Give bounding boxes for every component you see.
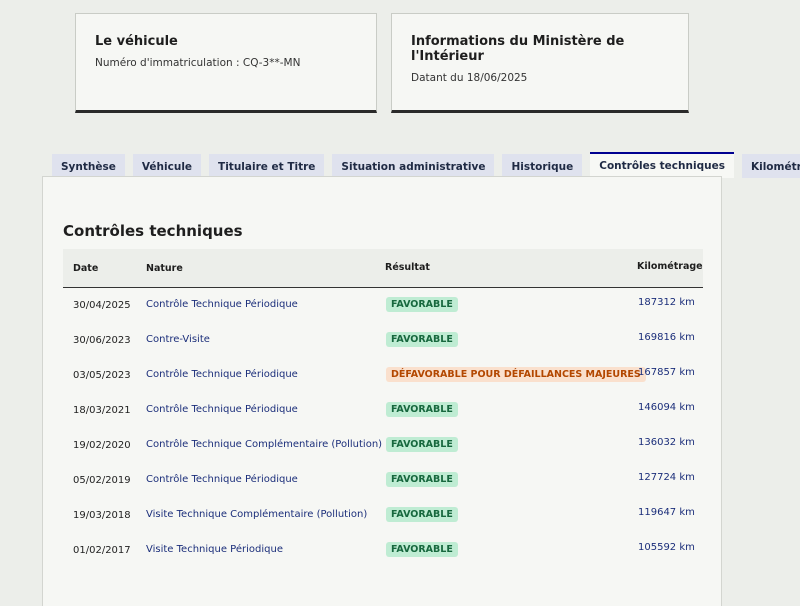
tab-controles-techniques[interactable]: Contrôles techniques [590,152,734,178]
row-date: 01/02/2017 [73,545,131,556]
row-date: 19/03/2018 [73,510,131,521]
table-row: 19/03/2018 Visite Technique Complémentai… [63,498,703,533]
table-row: 30/06/2023 Contre-Visite FAVORABLE 16981… [63,323,703,358]
vehicle-card: Le véhicule Numéro d'immatriculation : C… [75,13,377,113]
row-km: 136032 km [638,437,695,448]
row-km: 146094 km [638,402,695,413]
result-badge: FAVORABLE [386,437,458,452]
tab-situation-administrative[interactable]: Situation administrative [332,154,495,178]
row-date: 05/02/2019 [73,475,131,486]
table-row: 01/02/2017 Visite Technique Périodique F… [63,533,703,568]
ministry-data-date: Datant du 18/06/2025 [411,72,528,84]
result-badge: FAVORABLE [386,297,458,312]
panel-title: Contrôles techniques [63,222,243,240]
tab-bar: Synthèse Véhicule Titulaire et Titre Sit… [52,152,800,178]
result-badge: FAVORABLE [386,402,458,417]
row-date: 30/04/2025 [73,300,131,311]
row-date: 18/03/2021 [73,405,131,416]
row-nature: Visite Technique Périodique [146,544,283,555]
column-header-date: Date [73,263,99,274]
ministry-info-card: Informations du Ministère de l'Intérieur… [391,13,689,113]
table-row: 03/05/2023 Contrôle Technique Périodique… [63,358,703,393]
column-header-result: Résultat [385,262,430,273]
column-header-kilometrage: Kilométrage [637,261,703,272]
row-nature: Contrôle Technique Périodique [146,474,298,485]
column-header-nature: Nature [146,263,183,274]
row-date: 19/02/2020 [73,440,131,451]
table-row: 19/02/2020 Contrôle Technique Complément… [63,428,703,463]
row-nature: Visite Technique Complémentaire (Polluti… [146,509,368,520]
row-km: 127724 km [638,472,695,483]
row-date: 30/06/2023 [73,335,131,346]
row-nature: Contrôle Technique Périodique [146,404,298,415]
tab-titulaire-et-titre[interactable]: Titulaire et Titre [209,154,325,178]
row-km: 105592 km [638,542,695,553]
row-km: 187312 km [638,297,695,308]
table-row: 18/03/2021 Contrôle Technique Périodique… [63,393,703,428]
row-date: 03/05/2023 [73,370,131,381]
result-badge: FAVORABLE [386,332,458,347]
registration-number: Numéro d'immatriculation : CQ-3**-MN [95,57,301,69]
result-badge: DÉFAVORABLE POUR DÉFAILLANCES MAJEURES [386,367,646,382]
tab-vehicule[interactable]: Véhicule [132,154,202,178]
tab-historique[interactable]: Historique [502,154,583,178]
table-row: 05/02/2019 Contrôle Technique Périodique… [63,463,703,498]
tab-synthese[interactable]: Synthèse [52,154,125,178]
result-badge: FAVORABLE [386,507,458,522]
vehicle-card-title: Le véhicule [95,34,178,49]
row-nature: Contre-Visite [146,334,210,345]
ministry-card-title: Informations du Ministère de l'Intérieur [411,34,625,64]
row-km: 169816 km [638,332,695,343]
table-header: Date Nature Résultat Kilométrage [63,249,703,288]
result-badge: FAVORABLE [386,542,458,557]
row-nature: Contrôle Technique Périodique [146,369,298,380]
row-nature: Contrôle Technique Complémentaire (Pollu… [146,439,383,450]
tab-panel-controles-techniques: Contrôles techniques Date Nature Résulta… [42,176,722,606]
row-km: 167857 km [638,367,695,378]
row-km: 119647 km [638,507,695,518]
tab-kilometrage[interactable]: Kilométrage [741,154,800,178]
table-row: 30/04/2025 Contrôle Technique Périodique… [63,288,703,323]
result-badge: FAVORABLE [386,472,458,487]
row-nature: Contrôle Technique Périodique [146,299,298,310]
